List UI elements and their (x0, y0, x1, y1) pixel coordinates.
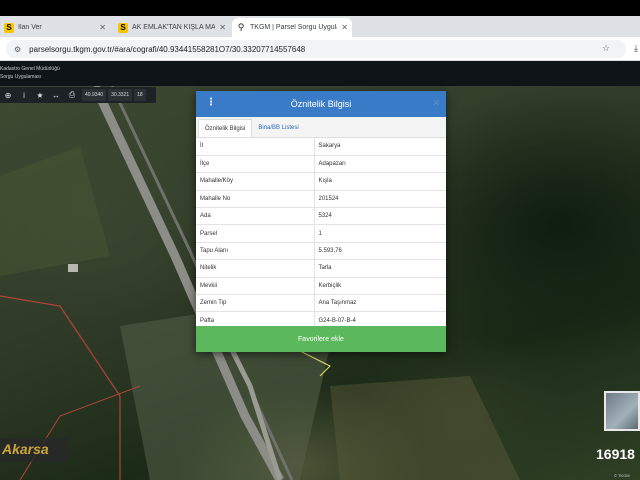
measure-icon[interactable]: ↔ (48, 87, 64, 103)
tab-ak-emlak[interactable]: S AK EMLAK'TAN KIŞLA MAH... ✕ (114, 18, 230, 37)
table-row: Mahalle No 201524 (196, 190, 446, 209)
sahibinden-favicon-icon: S (4, 22, 14, 33)
attribute-value: 5324 (314, 207, 446, 226)
window-top (0, 0, 640, 16)
tab-title: AK EMLAK'TAN KIŞLA MAH... (132, 24, 216, 31)
building (68, 264, 78, 272)
kebab-menu-icon[interactable]: ⋮ (206, 97, 216, 108)
bookmark-star-icon[interactable]: ★ (32, 87, 48, 103)
map-toolbar: ⊕ i ★ ↔ ⎙ 40.9340 30.3321 18 (0, 87, 156, 103)
table-row: Mahalle/Köy Kışla (196, 172, 446, 191)
zoom-level: 18 (134, 89, 146, 101)
watermark-text: Akarsa (2, 441, 49, 457)
close-icon[interactable]: ✕ (219, 23, 226, 32)
attribute-value: Kışla (314, 172, 446, 191)
parcel-border (19, 385, 141, 480)
url-text[interactable]: parselsorgu.tkgm.gov.tr/#ara/cografi/40.… (29, 45, 305, 54)
tab-title: İlan Ver (18, 24, 42, 31)
attribute-key: Mahalle No (196, 190, 315, 209)
close-icon[interactable]: ✕ (341, 23, 348, 32)
attribute-value: 5.593,76 (314, 242, 446, 261)
attribute-value: 201524 (314, 190, 446, 209)
tab-tkgm[interactable]: ⚲ TKGM | Parsel Sorgu Uygulama ✕ (232, 18, 352, 37)
attribute-key: Parsel (196, 224, 315, 243)
address-bar: ⚙ parselsorgu.tkgm.gov.tr/#ara/cografi/4… (0, 37, 640, 61)
dialog-header: ⋮ Öznitelik Bilgisi ✕ (196, 91, 446, 117)
tab-title: TKGM | Parsel Sorgu Uygulama (250, 24, 337, 31)
field-area (0, 146, 110, 276)
tab-strip: S İlan Ver ✕ S AK EMLAK'TAN KIŞLA MAH...… (0, 16, 640, 47)
field-area (330, 376, 520, 480)
attribute-value: Kerbiçlik (314, 277, 446, 296)
table-row: İl Sakarya (196, 138, 446, 156)
close-icon[interactable]: ✕ (432, 98, 440, 109)
attribute-key: Nitelik (196, 259, 315, 278)
tune-icon[interactable]: ⚙ (14, 45, 21, 54)
attribute-key: Tapu Alanı (196, 242, 315, 261)
attribute-value: Adapazarı (314, 155, 446, 174)
attribute-key: Ada (196, 207, 315, 226)
scale-number: 16918 (596, 446, 635, 462)
watermark-logo: Akarsa (0, 438, 68, 462)
attribute-key: İlçe (196, 155, 315, 174)
header-org-name: Kadastro Genel Müdürlüğü (0, 66, 60, 72)
attribute-key: İl (196, 138, 315, 156)
attribute-value: 1 (314, 224, 446, 243)
attribute-table: İl Sakarya İlçe Adapazarı Mahalle/Köy Kışla Ma… (196, 138, 446, 330)
table-row: Parsel 1 (196, 224, 446, 243)
tab-ilan-ver[interactable]: S İlan Ver ✕ (0, 18, 110, 37)
table-row: Nitelik Tarla (196, 259, 446, 278)
table-row: Mevkii Kerbiçlik (196, 277, 446, 296)
table-row: Tapu Alanı 5.593,76 (196, 242, 446, 261)
app-header: Kadastro Genel Müdürlüğü Sorgu Uygulamas… (0, 61, 640, 86)
coord-y: 30.3321 (108, 89, 133, 101)
tab-attributes[interactable]: Öznitelik Bilgisi (198, 119, 253, 137)
star-icon[interactable]: ☆ (602, 43, 610, 54)
table-row: Ada 5324 (196, 207, 446, 226)
download-icon[interactable]: ⤓ (634, 43, 638, 54)
crosshair-icon[interactable]: ⊕ (0, 87, 16, 103)
dialog-title: Öznitelik Bilgisi (290, 99, 352, 109)
location-pin-icon: ⚲ (237, 22, 245, 32)
map-credits: © TKGM (614, 473, 630, 478)
attribute-value: Sakarya (314, 138, 446, 156)
attribute-value: Ana Taşınmaz (314, 294, 446, 313)
add-favorites-button[interactable]: Favorilere ekle (196, 326, 446, 352)
attribute-key: Mevkii (196, 277, 315, 296)
dialog-tabs: Öznitelik Bilgisi Bina/BB Listesi (196, 117, 446, 138)
omnibox[interactable]: ⚙ parselsorgu.tkgm.gov.tr/#ara/cografi/4… (6, 40, 626, 58)
tab-building-list[interactable]: Bina/BB Listesi (252, 119, 304, 137)
sahibinden-favicon-icon: S (118, 22, 128, 33)
attribute-key: Mahalle/Köy (196, 172, 315, 191)
info-icon[interactable]: i (16, 87, 32, 103)
print-icon[interactable]: ⎙ (64, 87, 80, 103)
table-row: İlçe Adapazarı (196, 155, 446, 174)
attribute-dialog: ⋮ Öznitelik Bilgisi ✕ Öznitelik Bilgisi … (196, 91, 446, 352)
table-row: Zemin Tip Ana Taşınmaz (196, 294, 446, 313)
coord-x: 40.9340 (82, 89, 107, 101)
attribute-value: Tarla (314, 259, 446, 278)
header-app-name: Sorgu Uygulaması (0, 74, 42, 80)
attribute-key: Zemin Tip (196, 294, 315, 313)
overview-map-thumbnail[interactable] (604, 391, 640, 431)
close-icon[interactable]: ✕ (99, 23, 106, 32)
